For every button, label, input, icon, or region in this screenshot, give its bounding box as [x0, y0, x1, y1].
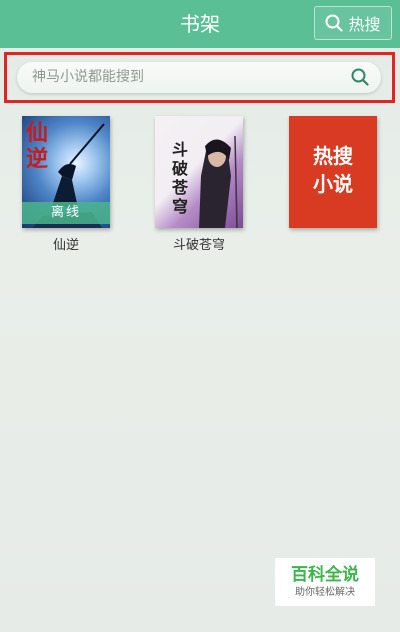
cover-title-text: 仙逆 [26, 120, 49, 172]
search-input[interactable]: 神马小说都能搜到 [17, 62, 381, 93]
cover-title-text: 斗破苍穹 [171, 140, 188, 216]
search-icon[interactable] [351, 68, 369, 86]
watermark-subtitle: 助你轻松解决 [295, 587, 355, 598]
watermark-logo: 百科全说 助你轻松解决 [275, 558, 375, 606]
book-title: 仙逆 [52, 238, 79, 253]
book-item[interactable]: 斗破苍穹 斗破苍穹 [155, 116, 247, 255]
hot-search-button[interactable]: 热搜 [314, 6, 392, 40]
cover-title-text: 热搜小说 [313, 144, 353, 196]
book-item[interactable]: 热搜小说 [289, 116, 381, 237]
hot-search-label: 热搜 [348, 15, 381, 34]
book-cover-xianni[interactable]: 仙逆 离线 [22, 116, 110, 228]
search-icon [325, 14, 344, 32]
search-placeholder: 神马小说都能搜到 [32, 69, 144, 85]
search-highlight-box: 神马小说都能搜到 [4, 52, 395, 103]
hot-novels-tile[interactable]: 热搜小说 [289, 116, 377, 228]
book-item[interactable]: 仙逆 离线 仙逆 [22, 116, 114, 255]
book-cover-doupo[interactable]: 斗破苍穹 [155, 116, 243, 228]
top-bar: 书架 热搜 [0, 0, 400, 48]
watermark-title: 百科全说 [291, 565, 359, 585]
book-title: 斗破苍穹 [172, 238, 225, 253]
offline-badge: 离线 [22, 202, 110, 224]
